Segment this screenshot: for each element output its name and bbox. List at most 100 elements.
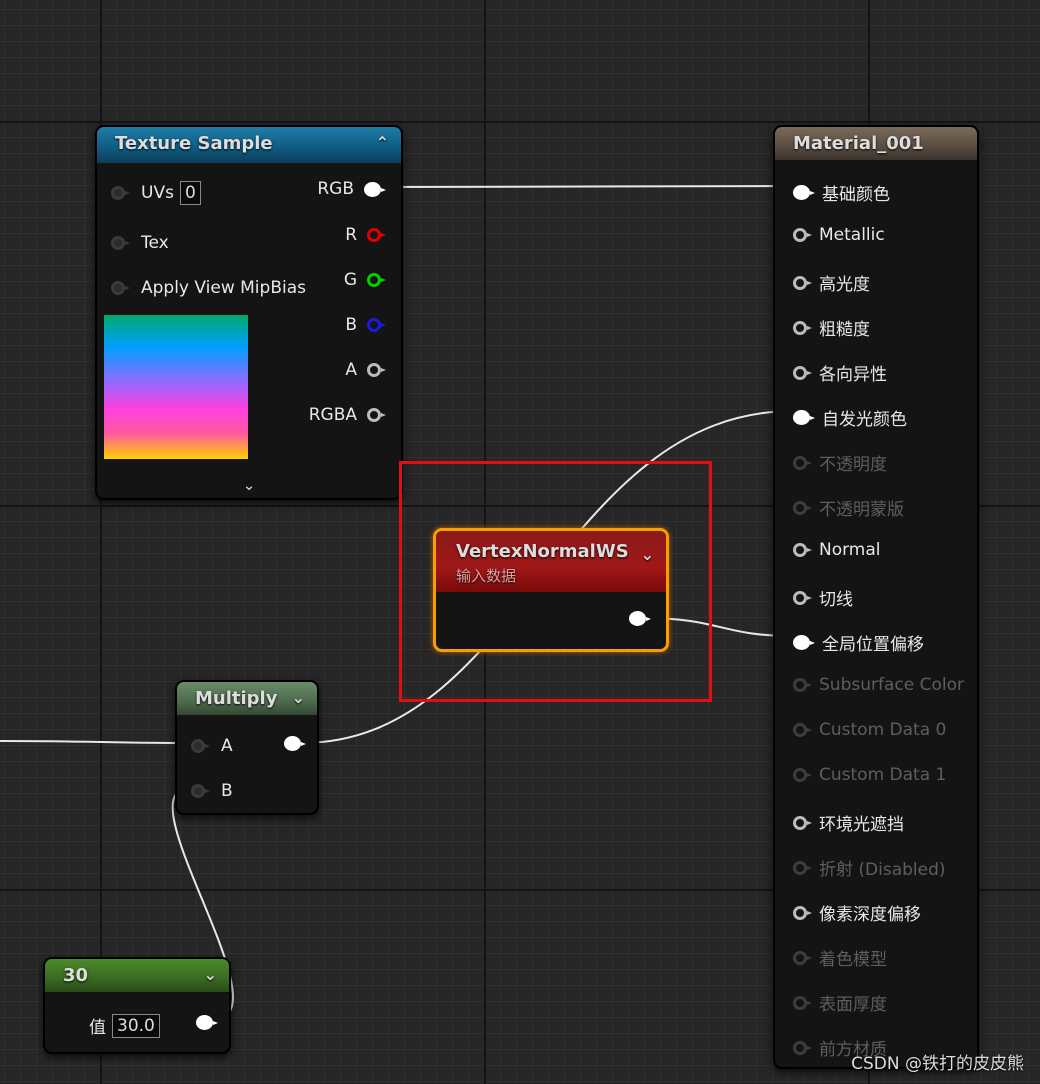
- material-input-row[interactable]: Custom Data 1: [793, 765, 946, 785]
- constant-header[interactable]: 30 ⌄: [45, 959, 229, 992]
- multiply-header[interactable]: Multiply ⌄: [177, 682, 317, 715]
- output-pin-icon[interactable]: [364, 181, 386, 197]
- material-input-label: 不透明度: [819, 455, 887, 475]
- input-pin-icon[interactable]: [793, 543, 812, 557]
- input-pin-icon[interactable]: [111, 236, 130, 250]
- input-pin-icon[interactable]: [111, 281, 130, 295]
- collapse-chevron-icon[interactable]: ⌃: [376, 133, 389, 152]
- material-input-label: 不透明蒙版: [819, 500, 904, 520]
- input-pin-icon[interactable]: [793, 768, 812, 782]
- pin-multiply-b[interactable]: B: [191, 781, 233, 801]
- output-pin-icon[interactable]: [367, 408, 386, 422]
- pin-multiply-a[interactable]: A: [191, 736, 233, 756]
- pin-out-g[interactable]: G: [344, 270, 386, 290]
- material-input-row[interactable]: Metallic: [793, 225, 885, 245]
- collapse-chevron-icon[interactable]: ⌄: [204, 965, 217, 984]
- material-input-row[interactable]: 各向异性: [793, 360, 887, 385]
- texture-sample-node[interactable]: Texture Sample ⌃ UVs 0 Tex Apply View Mi…: [95, 125, 403, 500]
- texture-sample-title: Texture Sample: [115, 133, 273, 154]
- material-input-label: 切线: [819, 590, 853, 610]
- input-pin-icon[interactable]: [793, 275, 812, 290]
- multiply-title: Multiply: [195, 688, 278, 709]
- material-input-row[interactable]: 切线: [793, 585, 853, 610]
- constant-value-row[interactable]: 值 30.0: [89, 1013, 160, 1038]
- input-pin-icon[interactable]: [793, 723, 812, 737]
- input-pin-icon[interactable]: [793, 320, 812, 335]
- material-input-label: 自发光颜色: [822, 410, 907, 430]
- expand-chevron-icon[interactable]: ⌄: [97, 476, 401, 494]
- uvs-value-field[interactable]: 0: [179, 181, 201, 205]
- material-input-label: 表面厚度: [819, 995, 887, 1015]
- pin-out-constant[interactable]: [196, 1015, 218, 1030]
- texture-sample-header[interactable]: Texture Sample ⌃: [97, 127, 401, 163]
- material-input-row[interactable]: 自发光颜色: [793, 405, 907, 430]
- input-pin-icon[interactable]: [793, 185, 815, 200]
- input-pin-icon[interactable]: [191, 784, 210, 798]
- material-input-row[interactable]: 粗糙度: [793, 315, 870, 340]
- constant-title: 30: [63, 965, 89, 986]
- input-pin-icon[interactable]: [793, 905, 812, 920]
- material-input-label: Custom Data 1: [819, 765, 947, 785]
- material-input-row[interactable]: 像素深度偏移: [793, 900, 921, 925]
- pin-out-r[interactable]: R: [345, 225, 386, 245]
- input-pin-icon[interactable]: [793, 228, 812, 242]
- material-input-label: 基础颜色: [822, 185, 890, 205]
- output-pin-icon[interactable]: [367, 363, 386, 377]
- material-input-label: 着色模型: [819, 950, 887, 970]
- output-pin-icon[interactable]: [367, 228, 386, 242]
- pin-out-rgba[interactable]: RGBA: [309, 405, 386, 425]
- input-pin-icon[interactable]: [793, 950, 812, 965]
- csdn-watermark: CSDN @铁打的皮皮熊: [851, 1054, 1024, 1074]
- wire-rgb-to-base-color: [383, 185, 795, 188]
- highlight-box: [399, 461, 712, 702]
- material-input-row[interactable]: 基础颜色: [793, 180, 890, 205]
- material-header[interactable]: Material_001: [775, 127, 977, 160]
- material-input-label: 全局位置偏移: [822, 635, 924, 655]
- input-pin-icon[interactable]: [793, 410, 815, 425]
- input-pin-icon[interactable]: [793, 815, 812, 830]
- input-pin-icon[interactable]: [191, 739, 210, 753]
- collapse-chevron-icon[interactable]: ⌄: [292, 688, 305, 707]
- input-pin-icon[interactable]: [793, 635, 815, 650]
- material-input-row[interactable]: 环境光遮挡: [793, 810, 904, 835]
- pin-apply-view-mipbias[interactable]: Apply View MipBias: [111, 278, 306, 298]
- input-pin-icon[interactable]: [793, 365, 812, 380]
- material-input-row[interactable]: 全局位置偏移: [793, 630, 924, 655]
- material-input-label: 像素深度偏移: [819, 905, 921, 925]
- material-input-row[interactable]: 着色模型: [793, 945, 887, 970]
- material-input-row[interactable]: 折射 (Disabled): [793, 855, 946, 880]
- output-pin-icon[interactable]: [284, 736, 306, 751]
- constant-value-field[interactable]: 30.0: [112, 1013, 160, 1038]
- pin-out-b[interactable]: B: [345, 315, 386, 335]
- pin-uvs[interactable]: UVs 0: [111, 181, 201, 205]
- output-pin-icon[interactable]: [367, 318, 386, 332]
- pin-out-a[interactable]: A: [345, 360, 386, 380]
- input-pin-icon[interactable]: [793, 455, 812, 470]
- material-input-row[interactable]: 高光度: [793, 270, 870, 295]
- multiply-node[interactable]: Multiply ⌄ A B: [175, 680, 319, 815]
- material-input-label: Custom Data 0: [819, 720, 947, 740]
- output-pin-icon[interactable]: [367, 273, 386, 287]
- material-input-row[interactable]: Subsurface Color: [793, 675, 964, 695]
- input-pin-icon[interactable]: [793, 500, 812, 515]
- constant-node[interactable]: 30 ⌄ 值 30.0: [43, 957, 231, 1054]
- material-input-row[interactable]: Normal: [793, 540, 881, 560]
- pin-tex[interactable]: Tex: [111, 233, 169, 253]
- pin-out-rgb[interactable]: RGB: [317, 179, 386, 199]
- input-pin-icon[interactable]: [793, 1040, 812, 1055]
- input-pin-icon[interactable]: [793, 995, 812, 1010]
- input-pin-icon[interactable]: [793, 678, 812, 692]
- texture-preview-image: [104, 315, 248, 459]
- input-pin-icon[interactable]: [111, 186, 130, 200]
- material-input-row[interactable]: 表面厚度: [793, 990, 887, 1015]
- input-pin-icon[interactable]: [793, 590, 812, 605]
- wire-offscreen-to-multiply-a: [0, 740, 191, 744]
- material-input-row[interactable]: Custom Data 0: [793, 720, 946, 740]
- output-pin-icon[interactable]: [196, 1015, 218, 1030]
- material-input-row[interactable]: 不透明度: [793, 450, 887, 475]
- input-pin-icon[interactable]: [793, 860, 812, 875]
- material-node[interactable]: Material_001 基础颜色 Metallic 高光度粗糙度各向异性自发光颜色…: [773, 125, 979, 1069]
- pin-out-multiply[interactable]: [284, 736, 306, 751]
- material-input-label: Normal: [819, 540, 881, 560]
- material-input-row[interactable]: 不透明蒙版: [793, 495, 904, 520]
